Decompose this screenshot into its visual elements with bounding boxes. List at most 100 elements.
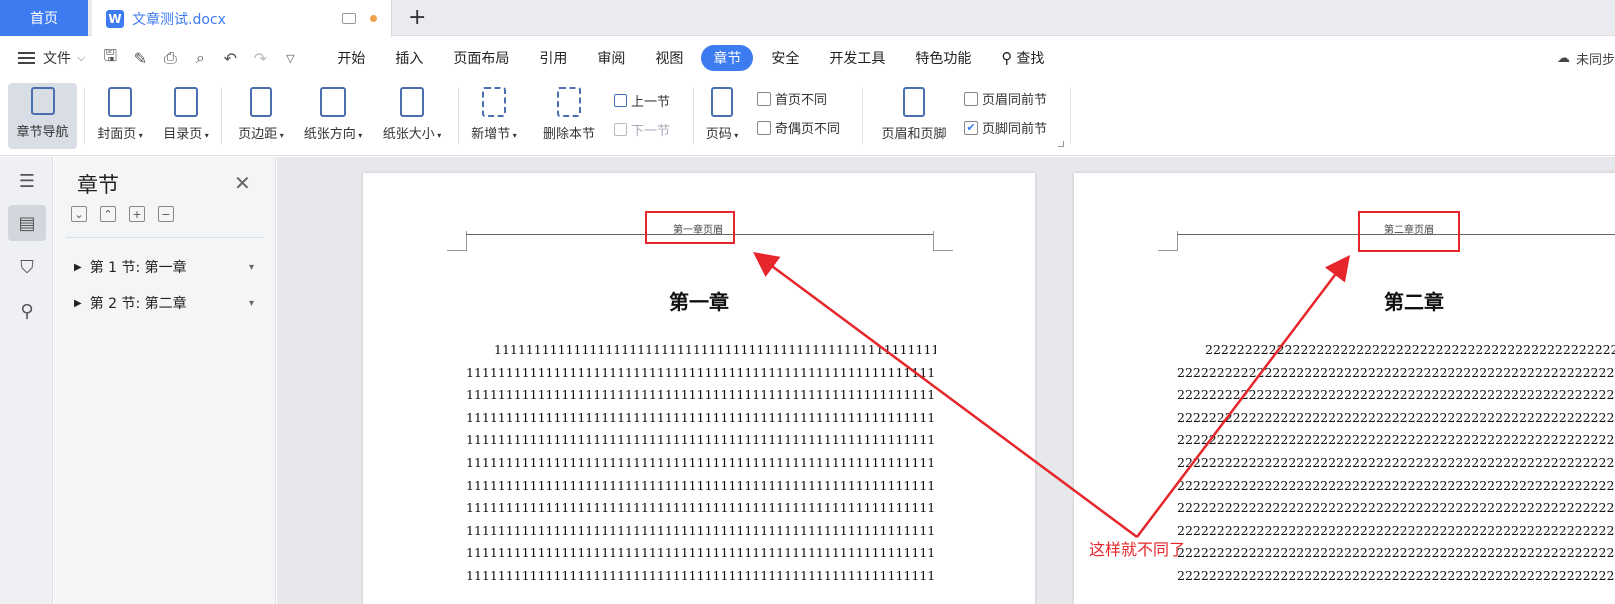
section-item-2[interactable]: ▶ 第 2 节: 第二章 ▾	[74, 293, 254, 313]
tab-8[interactable]: 开发工具	[817, 45, 897, 71]
footer-same-prev-checkbox[interactable]: ✔ 页脚同前节	[964, 118, 1047, 137]
body-line: 1111111111111111111111111111111111111111…	[466, 364, 936, 380]
header-same-prev-checkbox[interactable]: 页眉同前节	[964, 89, 1047, 108]
header-footer-icon	[903, 87, 925, 117]
first-page-diff-checkbox[interactable]: 首页不同	[757, 89, 827, 108]
checkbox-checked-icon: ✔	[964, 120, 978, 135]
prev-section-button[interactable]: 上一节	[614, 91, 670, 110]
page-number-label: 页码	[705, 127, 732, 142]
search-menu[interactable]: ⚲ 查找	[989, 45, 1056, 71]
delete-section-button[interactable]: 删除本节	[534, 83, 604, 149]
tab-5[interactable]: 视图	[643, 45, 695, 71]
tab-7[interactable]: 安全	[759, 45, 811, 71]
format-painter-icon[interactable]: ✎	[131, 49, 149, 68]
tab-4[interactable]: 审阅	[585, 45, 637, 71]
body-line: 2222222222222222222222222222222222222222…	[1177, 477, 1615, 493]
section-item-1[interactable]: ▶ 第 1 节: 第一章 ▾	[74, 257, 254, 277]
tab-6[interactable]: 章节	[701, 45, 754, 71]
new-section-button[interactable]: 新增节 ▾	[462, 83, 526, 149]
orientation-label: 纸张方向	[303, 127, 356, 142]
body-line: 1111111111111111111111111111111111111111…	[466, 387, 936, 403]
redo-icon[interactable]: ↷	[251, 49, 269, 68]
tab-1[interactable]: 插入	[383, 45, 435, 71]
page-number-button[interactable]: 页码 ▾	[699, 83, 745, 149]
sync-label: 未同步	[1575, 53, 1615, 68]
cloud-icon: ☁	[1556, 51, 1570, 66]
ribbon-chapter: 章节导航 封面页 ▾ 目录页 ▾ 页边距 ▾ 纸张方向 ▾ 纸张大小 ▾ 新增节…	[0, 79, 1615, 156]
expand-all-icon[interactable]: +	[129, 206, 145, 222]
new-tab-button[interactable]: +	[408, 6, 426, 30]
expand-triangle-icon[interactable]: ▶	[74, 262, 82, 273]
divider	[458, 87, 459, 145]
body-text: 1111111111111111111111111111111111111111…	[466, 339, 936, 588]
divider	[1070, 87, 1071, 145]
margin-button[interactable]: 页边距 ▾	[230, 83, 292, 149]
body-line: 1111111111111111111111111111111111111111…	[466, 522, 936, 538]
customize-icon[interactable]: ▽	[281, 52, 299, 65]
menu-bar: 文件 ⌵ 🖫 ✎ ⎙ ⌕ ↶ ↷ ▽ 开始 插入 页面布局 引用 审阅 视图 章节 安全 开发工…	[0, 37, 1615, 79]
body-line: 2222222222222222222222222222222222222222…	[1177, 545, 1615, 561]
dropdown-icon[interactable]: ▾	[249, 262, 254, 273]
divider	[66, 237, 264, 238]
tab-9[interactable]: 特色功能	[903, 45, 983, 71]
document-canvas[interactable]: 第一章页眉 第一章 111111111111111111111111111111…	[277, 157, 1615, 604]
body-line: 1111111111111111111111111111111111111111…	[466, 500, 936, 516]
toc-page-label: 目录页	[163, 127, 203, 142]
dialog-launcher-icon[interactable]	[1058, 141, 1064, 147]
odd-even-diff-checkbox[interactable]: 奇偶页不同	[757, 118, 840, 137]
next-section-button[interactable]: 下一节	[614, 120, 670, 139]
panel-toolbar: ⌄ ⌃ + −	[71, 206, 174, 222]
page-1[interactable]: 第一章页眉 第一章 111111111111111111111111111111…	[363, 173, 1035, 604]
first-page-diff-label: 首页不同	[775, 93, 828, 108]
tab-document[interactable]: W 文章测试.docx	[92, 0, 392, 37]
section-list-icon[interactable]: ▤	[8, 205, 46, 241]
annotation-text: 这样就不同了	[1089, 540, 1186, 559]
print-icon[interactable]: ⎙	[161, 48, 179, 68]
new-section-icon	[482, 87, 506, 117]
checkbox-icon	[757, 120, 771, 135]
section-nav-button[interactable]: 章节导航	[8, 83, 77, 149]
monitor-icon[interactable]	[342, 13, 356, 24]
sync-status[interactable]: ☁ 未同步	[1557, 49, 1615, 68]
panel-title: 章节	[77, 173, 119, 197]
tab-bar: 首页 W 文章测试.docx +	[0, 0, 1615, 37]
tab-3[interactable]: 引用	[527, 45, 579, 71]
chevron-down-icon[interactable]: ⌄	[71, 206, 87, 222]
ribbon-tabs: 开始 插入 页面布局 引用 审阅 视图 章节 安全 开发工具 特色功能	[325, 45, 989, 71]
body-line: 2222222222222222222222222222222222222222…	[1205, 342, 1615, 357]
body-line: 1111111111111111111111111111111111111111…	[466, 432, 936, 448]
dropdown-icon[interactable]: ▾	[249, 298, 254, 309]
tab-home[interactable]: 首页	[0, 0, 88, 36]
collapse-all-icon[interactable]: −	[158, 206, 174, 222]
bookmark-icon[interactable]: ⛉	[8, 249, 46, 285]
print-preview-icon[interactable]: ⌕	[191, 48, 209, 68]
orientation-button[interactable]: 纸张方向 ▾	[296, 83, 370, 149]
tab-0[interactable]: 开始	[325, 45, 377, 71]
paper-size-button[interactable]: 纸张大小 ▾	[375, 83, 449, 149]
file-menu[interactable]: 文件 ⌵	[18, 48, 85, 68]
toc-page-icon	[174, 87, 198, 117]
cover-page-button[interactable]: 封面页 ▾	[90, 83, 150, 149]
chevron-up-icon[interactable]: ⌃	[100, 206, 116, 222]
close-icon[interactable]: ✕	[234, 171, 251, 195]
body-line: 1111111111111111111111111111111111111111…	[466, 545, 936, 561]
crop-mark	[1158, 231, 1178, 251]
body-line: 2222222222222222222222222222222222222222…	[1177, 500, 1615, 516]
body-line: 2222222222222222222222222222222222222222…	[1177, 409, 1615, 425]
tab-2[interactable]: 页面布局	[441, 45, 521, 71]
toc-page-button[interactable]: 目录页 ▾	[156, 83, 216, 149]
find-icon[interactable]: ⚲	[8, 293, 46, 329]
body-line: 1111111111111111111111111111111111111111…	[466, 409, 936, 425]
undo-icon[interactable]: ↶	[221, 49, 239, 68]
margin-icon	[250, 87, 272, 117]
crop-mark	[933, 231, 953, 251]
save-icon[interactable]: 🖫	[101, 45, 119, 72]
header-footer-button[interactable]: 页眉和页脚	[872, 83, 956, 149]
highlight-box	[1358, 211, 1460, 252]
section-nav-label: 章节导航	[16, 125, 69, 140]
hamburger-icon	[18, 52, 35, 64]
outline-icon[interactable]: ☰	[8, 163, 46, 199]
expand-triangle-icon[interactable]: ▶	[74, 298, 82, 309]
body-line: 2222222222222222222222222222222222222222…	[1177, 567, 1615, 583]
body-line: 2222222222222222222222222222222222222222…	[1177, 432, 1615, 448]
